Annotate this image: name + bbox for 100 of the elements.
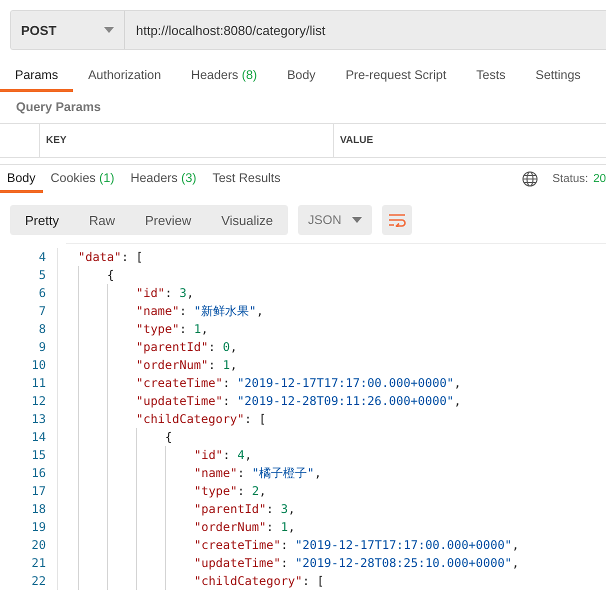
json-key: "orderNum" bbox=[136, 358, 208, 372]
json-punctuation: : [ bbox=[244, 412, 266, 426]
json-punctuation: , bbox=[201, 322, 208, 336]
line-number: 19 bbox=[30, 520, 46, 534]
json-number: 1 bbox=[280, 520, 288, 534]
section-title: Query Params bbox=[15, 99, 102, 116]
json-key: "parentId" bbox=[136, 340, 208, 354]
json-punctuation: , bbox=[512, 538, 520, 552]
json-key: "id" bbox=[136, 286, 165, 300]
json-number: 2 bbox=[252, 484, 260, 498]
column-header: VALUE bbox=[339, 134, 374, 148]
view-mode-tab[interactable]: Raw bbox=[74, 205, 130, 235]
json-key: "createTime" bbox=[136, 376, 223, 390]
line-number: 6 bbox=[38, 286, 46, 300]
format-dropdown[interactable]: JSON bbox=[298, 205, 372, 235]
json-punctuation: : bbox=[222, 394, 231, 408]
json-punctuation: : bbox=[179, 304, 188, 318]
json-punctuation: : bbox=[280, 538, 289, 552]
wrap-lines-button[interactable] bbox=[382, 205, 412, 235]
json-key: "childCategory" bbox=[194, 574, 302, 588]
json-punctuation: : bbox=[266, 520, 274, 534]
json-number: 3 bbox=[280, 502, 288, 516]
json-key: "orderNum" bbox=[194, 520, 266, 534]
method-dropdown[interactable]: POST bbox=[10, 10, 125, 50]
json-punctuation: : bbox=[164, 286, 174, 300]
json-key: "name" bbox=[136, 304, 180, 318]
line-number: 17 bbox=[30, 484, 46, 498]
response-tab[interactable]: Cookies (1) bbox=[42, 165, 122, 193]
json-key: "updateTime" bbox=[194, 556, 281, 570]
json-punctuation: : bbox=[237, 484, 246, 498]
json-key: "id" bbox=[194, 448, 223, 462]
json-key: "createTime" bbox=[194, 538, 281, 552]
request-tab[interactable]: Pre-request Script bbox=[330, 60, 462, 92]
json-key: "data" bbox=[78, 250, 122, 264]
view-mode-tab[interactable]: Pretty bbox=[10, 205, 74, 235]
json-punctuation: , bbox=[314, 466, 322, 480]
json-number: 1 bbox=[222, 358, 230, 372]
json-punctuation: : [ bbox=[302, 574, 324, 588]
request-tab[interactable]: Headers (8) bbox=[176, 60, 272, 92]
json-punctuation: : bbox=[208, 340, 216, 354]
json-punctuation: : bbox=[222, 376, 231, 390]
view-mode-tab[interactable]: Visualize bbox=[206, 205, 288, 235]
json-punctuation: , bbox=[288, 502, 296, 516]
json-punctuation: , bbox=[454, 376, 462, 390]
json-string: "2019-12-17T17:17:00.000+0000" bbox=[295, 538, 512, 552]
line-number: 20 bbox=[30, 538, 46, 552]
json-string: "2019-12-28T09:11:26.000+0000" bbox=[237, 394, 454, 408]
json-punctuation: , bbox=[454, 394, 462, 408]
json-string: "2019-12-28T08:25:10.000+0000" bbox=[295, 556, 512, 570]
caret-icon bbox=[352, 217, 362, 223]
line-number: 4 bbox=[38, 250, 46, 264]
view-mode-tab[interactable]: Preview bbox=[130, 205, 206, 235]
json-punctuation: : bbox=[208, 358, 216, 372]
caret-icon bbox=[104, 27, 114, 33]
column-header: KEY bbox=[40, 124, 334, 157]
json-punctuation: : bbox=[237, 466, 246, 480]
json-punctuation: , bbox=[512, 556, 520, 570]
json-key: "type" bbox=[194, 484, 238, 498]
json-punctuation: , bbox=[186, 286, 194, 300]
url-field[interactable]: http://localhost:8080/category/list bbox=[125, 10, 606, 50]
line-number: 8 bbox=[38, 322, 46, 336]
line-number: 11 bbox=[30, 376, 46, 390]
globe-icon[interactable] bbox=[522, 171, 538, 187]
json-key: "updateTime" bbox=[136, 394, 223, 408]
json-punctuation: : [ bbox=[121, 250, 144, 264]
json-punctuation: : bbox=[266, 502, 274, 516]
line-number: 14 bbox=[30, 430, 46, 444]
json-string: "新鲜水果" bbox=[194, 304, 256, 318]
request-tab[interactable]: Params bbox=[0, 60, 74, 92]
json-key: "name" bbox=[194, 466, 238, 480]
response-tab[interactable]: Headers (3) bbox=[122, 165, 204, 193]
line-number: 22 bbox=[30, 574, 46, 588]
json-key: "childCategory" bbox=[136, 412, 244, 426]
json-string: "2019-12-17T17:17:00.000+0000" bbox=[237, 376, 454, 390]
line-number: 7 bbox=[38, 304, 46, 318]
json-punctuation: , bbox=[259, 484, 266, 498]
json-punctuation: : bbox=[280, 556, 289, 570]
status-label: Status: bbox=[552, 173, 588, 185]
line-number: 18 bbox=[30, 502, 46, 516]
response-tab[interactable]: Test Results bbox=[204, 165, 289, 193]
status-code: 20 bbox=[593, 173, 606, 185]
json-punctuation: { bbox=[107, 268, 114, 282]
request-tab[interactable]: Settings bbox=[520, 60, 596, 92]
request-tab[interactable]: Tests bbox=[461, 60, 520, 92]
request-tab[interactable]: Authorization bbox=[73, 60, 176, 92]
json-number: 4 bbox=[237, 448, 245, 462]
line-number: 16 bbox=[30, 466, 46, 480]
line-number: 13 bbox=[30, 412, 46, 426]
json-punctuation: , bbox=[256, 304, 264, 318]
json-key: "type" bbox=[136, 322, 180, 336]
json-punctuation: , bbox=[230, 340, 238, 354]
json-punctuation: , bbox=[288, 520, 296, 534]
line-number: 5 bbox=[38, 268, 46, 282]
wrap-icon bbox=[388, 213, 406, 227]
json-punctuation: , bbox=[244, 448, 252, 462]
json-punctuation: : bbox=[179, 322, 188, 336]
request-tab[interactable]: Body bbox=[272, 60, 331, 92]
line-number: 10 bbox=[30, 358, 46, 372]
response-tab[interactable]: Body bbox=[0, 165, 42, 193]
json-number: 0 bbox=[222, 340, 230, 354]
